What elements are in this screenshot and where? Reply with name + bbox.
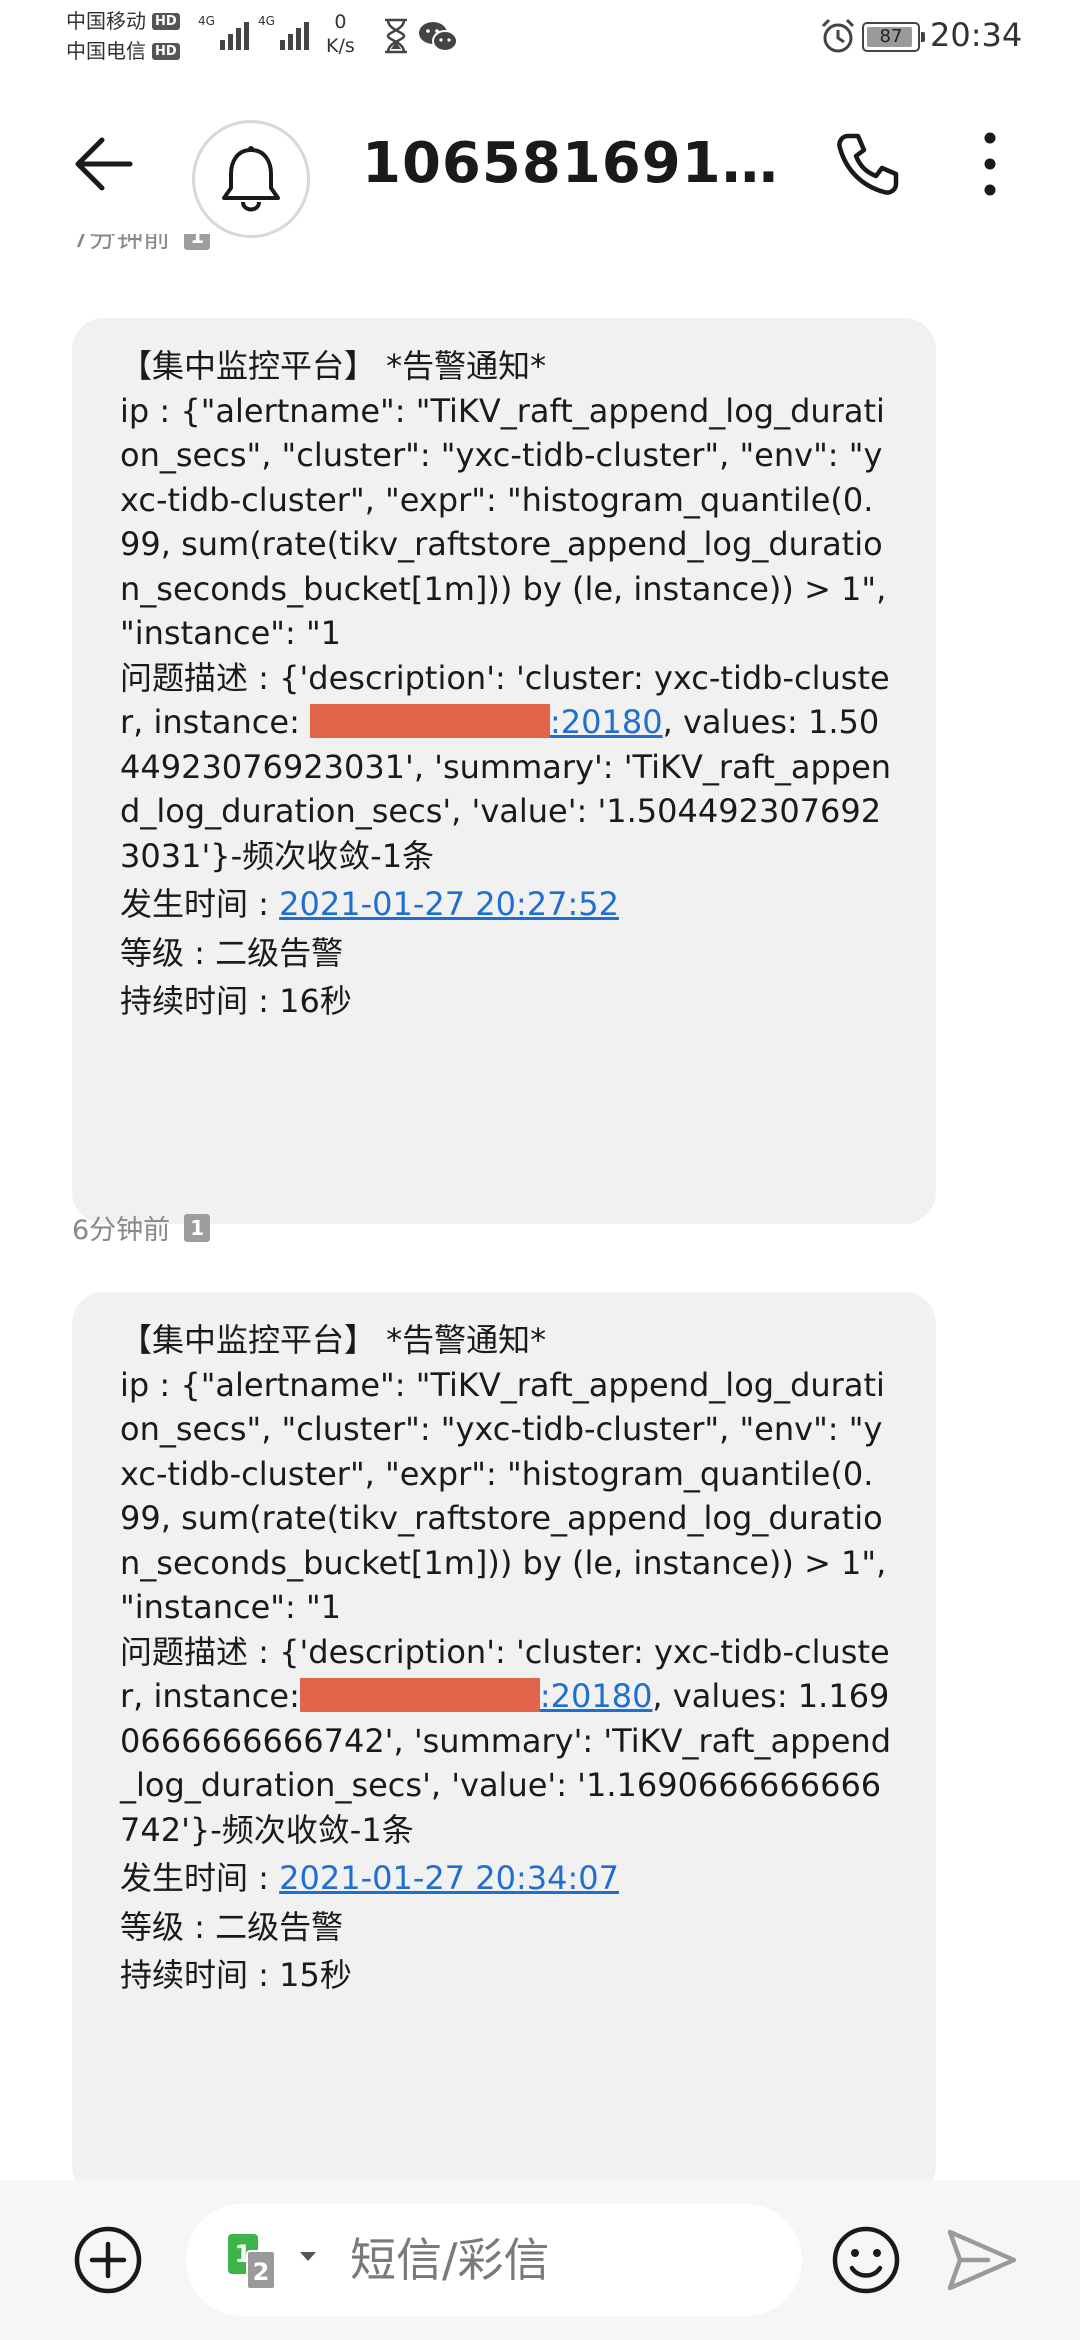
timestamp-text: 6分钟前 bbox=[72, 1215, 171, 1246]
sim-badge: 1 bbox=[184, 234, 211, 250]
alert-level: 等级 : 二级告警 bbox=[120, 1907, 344, 1946]
timestamp-text: 7分钟前 bbox=[72, 234, 171, 254]
carrier-name-1: 中国移动 bbox=[66, 9, 146, 33]
message-title: 【集中监控平台】 *告警通知* bbox=[120, 1321, 547, 1359]
message-input[interactable]: 1 2 短信/彩信 bbox=[186, 2204, 802, 2316]
chevron-down-icon bbox=[300, 2252, 316, 2261]
redacted-ip bbox=[299, 1678, 540, 1712]
redacted-ip bbox=[310, 704, 551, 738]
carrier-row-2: 中国电信 HD bbox=[66, 36, 180, 66]
contact-name: 10658169100... bbox=[362, 131, 782, 196]
sim-selector[interactable]: 1 2 bbox=[228, 2234, 328, 2290]
message-composer: 1 2 短信/彩信 bbox=[0, 2180, 1080, 2340]
status-time: 20:34 bbox=[930, 16, 1023, 54]
network-type-1: 4G bbox=[198, 14, 215, 28]
plus-circle-icon[interactable] bbox=[72, 2224, 144, 2296]
message-bubble[interactable]: 【集中监控平台】 *告警通知* ip : {"alertname": "TiKV… bbox=[72, 1292, 936, 2180]
alert-duration: 持续时间 : 15秒 bbox=[120, 1956, 352, 1994]
message-description: 问题描述 : {'description': 'cluster: yxc-tid… bbox=[120, 656, 892, 879]
alarm-clock-icon bbox=[821, 18, 855, 53]
hd-badge-2: HD bbox=[152, 42, 180, 60]
carrier-info: 中国移动 HD 中国电信 HD bbox=[66, 6, 180, 66]
contact-avatar[interactable] bbox=[192, 120, 310, 238]
more-vertical-icon[interactable] bbox=[960, 124, 1020, 204]
alert-duration: 持续时间 : 16秒 bbox=[120, 982, 352, 1020]
signal-strength-icon-2: 4G bbox=[258, 14, 309, 50]
battery-icon: 87 bbox=[862, 22, 925, 52]
network-speed: 0 K/s bbox=[326, 10, 355, 58]
carrier-row-1: 中国移动 HD bbox=[66, 6, 180, 36]
occurrence-time: 发生时间 : 2021-01-27 20:27:52 bbox=[120, 882, 892, 927]
network-speed-unit: K/s bbox=[326, 35, 355, 57]
phone-icon[interactable] bbox=[826, 124, 906, 204]
message-timestamp: 7分钟前 1 bbox=[72, 234, 211, 255]
send-icon[interactable] bbox=[944, 2224, 1020, 2296]
occurrence-time-label: 发生时间 : bbox=[120, 1859, 280, 1897]
message-ip-line: ip : {"alertname": "TiKV_raft_append_log… bbox=[120, 391, 897, 653]
message-input-placeholder: 短信/彩信 bbox=[350, 2233, 550, 2287]
conversation-header: 10658169100... bbox=[0, 84, 1080, 238]
message-description: 问题描述 : {'description': 'cluster: yxc-tid… bbox=[120, 1630, 892, 1853]
occurrence-time-link[interactable]: 2021-01-27 20:27:52 bbox=[279, 885, 619, 923]
hourglass-icon bbox=[385, 18, 407, 54]
hd-badge-1: HD bbox=[152, 12, 180, 30]
battery-level: 87 bbox=[879, 26, 903, 47]
network-type-2: 4G bbox=[258, 14, 275, 28]
status-bar: 中国移动 HD 中国电信 HD 4G 4G 0 K/s 87 20:34 bbox=[0, 0, 1080, 74]
message-ip-line: ip : {"alertname": "TiKV_raft_append_log… bbox=[120, 1365, 897, 1627]
network-speed-value: 0 bbox=[334, 11, 347, 33]
message-list[interactable]: 7分钟前 1 【集中监控平台】 *告警通知* ip : {"alertname"… bbox=[0, 234, 1080, 2180]
bell-icon bbox=[222, 146, 280, 212]
occurrence-time-link[interactable]: 2021-01-27 20:34:07 bbox=[279, 1859, 619, 1897]
sim-2-badge: 2 bbox=[246, 2250, 276, 2290]
message-bubble[interactable]: 【集中监控平台】 *告警通知* ip : {"alertname": "TiKV… bbox=[72, 318, 936, 1224]
wechat-icon bbox=[419, 22, 458, 52]
signal-strength-icon-1: 4G bbox=[198, 14, 249, 50]
instance-port-link[interactable]: :20180 bbox=[540, 1677, 653, 1715]
message-timestamp: 6分钟前 1 bbox=[72, 1208, 211, 1247]
back-arrow-icon[interactable] bbox=[66, 124, 146, 204]
sim-badge: 1 bbox=[184, 1213, 211, 1242]
occurrence-time: 发生时间 : 2021-01-27 20:34:07 bbox=[120, 1856, 892, 1901]
message-title: 【集中监控平台】 *告警通知* bbox=[120, 347, 547, 385]
emoji-icon[interactable] bbox=[830, 2224, 902, 2296]
occurrence-time-label: 发生时间 : bbox=[120, 885, 280, 923]
carrier-name-2: 中国电信 bbox=[66, 39, 146, 63]
alert-level: 等级 : 二级告警 bbox=[120, 933, 344, 972]
instance-port-link[interactable]: :20180 bbox=[550, 703, 663, 741]
